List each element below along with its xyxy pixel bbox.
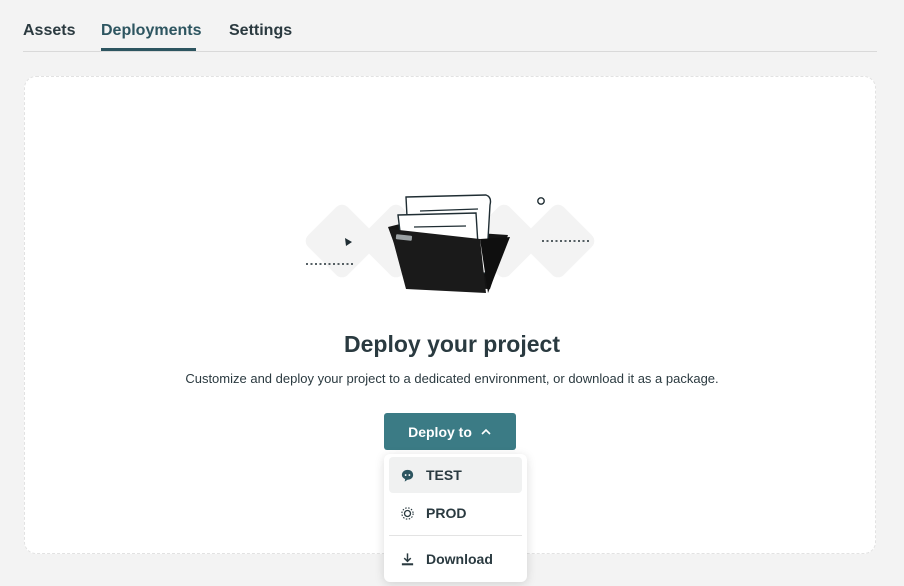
tab-deployments[interactable]: Deployments — [101, 22, 201, 40]
gear-sun-icon — [399, 505, 415, 521]
active-tab-indicator — [101, 48, 196, 51]
chat-bubble-icon — [399, 467, 415, 483]
menu-item-download[interactable]: Download — [389, 541, 522, 577]
empty-state-subtitle: Customize and deploy your project to a d… — [185, 371, 719, 386]
deploy-to-label: Deploy to — [408, 423, 472, 440]
deploy-menu: TEST PROD Download — [384, 454, 527, 582]
menu-item-label: Download — [426, 551, 493, 567]
menu-item-test[interactable]: TEST — [389, 457, 522, 493]
chevron-up-icon — [480, 428, 492, 436]
empty-state-title: Deploy your project — [344, 331, 560, 357]
download-icon — [399, 551, 415, 567]
menu-item-label: PROD — [426, 505, 467, 521]
menu-item-prod[interactable]: PROD — [389, 495, 522, 531]
folder-illustration — [290, 185, 610, 305]
menu-divider — [389, 535, 522, 536]
deploy-to-button[interactable]: Deploy to — [384, 413, 516, 450]
tab-settings[interactable]: Settings — [229, 22, 292, 40]
menu-item-label: TEST — [426, 467, 462, 483]
tab-bar: Assets Deployments Settings — [23, 0, 877, 52]
tab-assets[interactable]: Assets — [23, 22, 75, 40]
